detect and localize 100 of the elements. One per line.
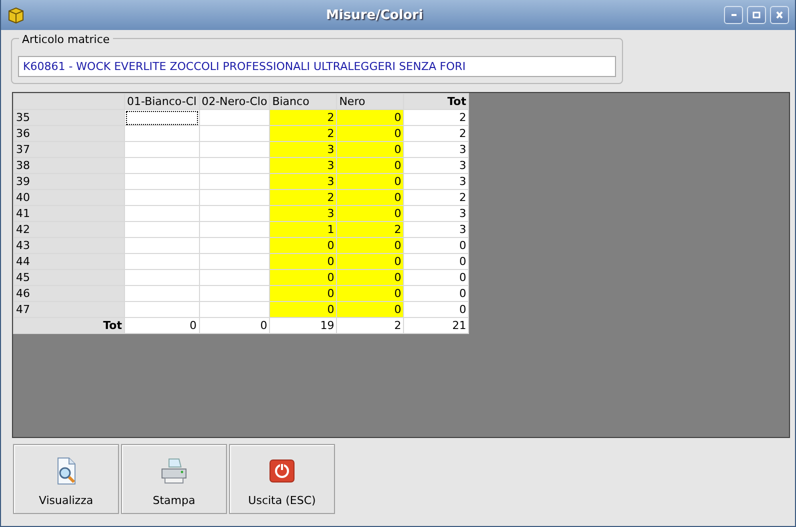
- table-cell[interactable]: 0: [270, 302, 337, 318]
- table-cell[interactable]: [199, 286, 270, 302]
- table-cell[interactable]: 0: [336, 238, 404, 254]
- table-cell[interactable]: [199, 174, 270, 190]
- table-cell[interactable]: 3: [404, 158, 469, 174]
- table-cell[interactable]: [124, 222, 200, 238]
- table-cell[interactable]: [199, 190, 270, 206]
- column-header[interactable]: Bianco: [270, 94, 337, 110]
- close-button[interactable]: [770, 6, 789, 24]
- table-cell[interactable]: 0: [336, 286, 404, 302]
- window-title: Misure/Colori: [324, 8, 424, 22]
- table-cell[interactable]: 2: [404, 126, 469, 142]
- total-cell: 0: [199, 318, 270, 334]
- table-cell[interactable]: 2: [270, 110, 337, 126]
- row-header: 40: [14, 190, 124, 206]
- table-cell[interactable]: [124, 158, 200, 174]
- table-cell[interactable]: 3: [404, 174, 469, 190]
- row-header: Tot: [14, 318, 124, 334]
- article-field[interactable]: K60861 - WOCK EVERLITE ZOCCOLI PROFESSIONALI ULTRALEGGERI SENZA FORI: [18, 56, 616, 77]
- table-cell[interactable]: [124, 142, 200, 158]
- table-cell[interactable]: 0: [270, 254, 337, 270]
- table-cell[interactable]: 2: [336, 222, 404, 238]
- total-cell: 2: [336, 318, 404, 334]
- printer-icon: [159, 456, 189, 486]
- table-cell[interactable]: 0: [404, 254, 469, 270]
- row-header: 35: [14, 110, 124, 126]
- table-cell[interactable]: [124, 238, 200, 254]
- table-cell[interactable]: [124, 302, 200, 318]
- table-cell[interactable]: 3: [270, 158, 337, 174]
- action-button[interactable]: Visualizza: [13, 444, 119, 514]
- table-cell[interactable]: 3: [404, 222, 469, 238]
- table-cell[interactable]: [199, 302, 270, 318]
- row-header: 41: [14, 206, 124, 222]
- column-header[interactable]: 01-Bianco-Cl: [124, 94, 200, 110]
- table-cell[interactable]: 3: [270, 174, 337, 190]
- table-cell[interactable]: 0: [336, 302, 404, 318]
- column-header[interactable]: 02-Nero-Clo: [199, 94, 270, 110]
- minimize-button[interactable]: [724, 6, 743, 24]
- table-cell[interactable]: 3: [404, 206, 469, 222]
- table-cell[interactable]: 0: [404, 238, 469, 254]
- total-cell: 21: [404, 318, 469, 334]
- minimize-icon: [730, 14, 736, 16]
- table-cell[interactable]: 0: [336, 158, 404, 174]
- maximize-button[interactable]: [747, 6, 766, 24]
- table-cell[interactable]: 2: [270, 190, 337, 206]
- action-button[interactable]: Stampa: [121, 444, 227, 514]
- column-header[interactable]: Nero: [336, 94, 404, 110]
- table-cell[interactable]: [199, 158, 270, 174]
- row-header: 44: [14, 254, 124, 270]
- row-header: 46: [14, 286, 124, 302]
- table-cell[interactable]: 0: [270, 270, 337, 286]
- table-cell[interactable]: [199, 142, 270, 158]
- row-header: 37: [14, 142, 124, 158]
- close-icon: [774, 10, 785, 20]
- table-cell[interactable]: 3: [270, 206, 337, 222]
- table-cell[interactable]: 0: [336, 270, 404, 286]
- table-cell[interactable]: 0: [270, 238, 337, 254]
- table-cell[interactable]: 0: [270, 286, 337, 302]
- row-header: 45: [14, 270, 124, 286]
- row-header: 36: [14, 126, 124, 142]
- table-cell[interactable]: [124, 110, 200, 126]
- table-cell[interactable]: 0: [336, 206, 404, 222]
- table-cell[interactable]: 3: [270, 142, 337, 158]
- table-cell[interactable]: [124, 190, 200, 206]
- table-cell[interactable]: 0: [404, 286, 469, 302]
- row-header: 42: [14, 222, 124, 238]
- table-cell[interactable]: [124, 126, 200, 142]
- table-cell[interactable]: 1: [270, 222, 337, 238]
- action-button[interactable]: Uscita (ESC): [229, 444, 335, 514]
- column-header[interactable]: Tot: [404, 94, 469, 110]
- table-cell[interactable]: 2: [404, 190, 469, 206]
- table-cell[interactable]: [124, 254, 200, 270]
- table-cell[interactable]: 0: [336, 190, 404, 206]
- table-cell[interactable]: [199, 222, 270, 238]
- maximize-icon: [751, 10, 762, 20]
- table-cell[interactable]: 0: [336, 254, 404, 270]
- table-cell[interactable]: 0: [404, 270, 469, 286]
- group-label: Articolo matrice: [19, 33, 113, 46]
- table-cell[interactable]: [124, 206, 200, 222]
- table-cell[interactable]: 0: [336, 126, 404, 142]
- table-cell[interactable]: 0: [336, 142, 404, 158]
- table-cell[interactable]: 3: [404, 142, 469, 158]
- table-cell[interactable]: [199, 206, 270, 222]
- total-cell: 19: [270, 318, 337, 334]
- table-cell[interactable]: [124, 270, 200, 286]
- table-cell[interactable]: [199, 270, 270, 286]
- table-cell[interactable]: [199, 110, 270, 126]
- table-cell[interactable]: [124, 286, 200, 302]
- table-cell[interactable]: 0: [336, 110, 404, 126]
- table-cell[interactable]: 2: [270, 126, 337, 142]
- table-cell[interactable]: [124, 174, 200, 190]
- table-cell[interactable]: 0: [404, 302, 469, 318]
- table-cell[interactable]: 0: [336, 174, 404, 190]
- row-header: 39: [14, 174, 124, 190]
- table-cell[interactable]: [199, 126, 270, 142]
- cube-icon: [7, 6, 25, 24]
- total-cell: 0: [124, 318, 200, 334]
- table-cell[interactable]: 2: [404, 110, 469, 126]
- table-cell[interactable]: [199, 238, 270, 254]
- table-cell[interactable]: [199, 254, 270, 270]
